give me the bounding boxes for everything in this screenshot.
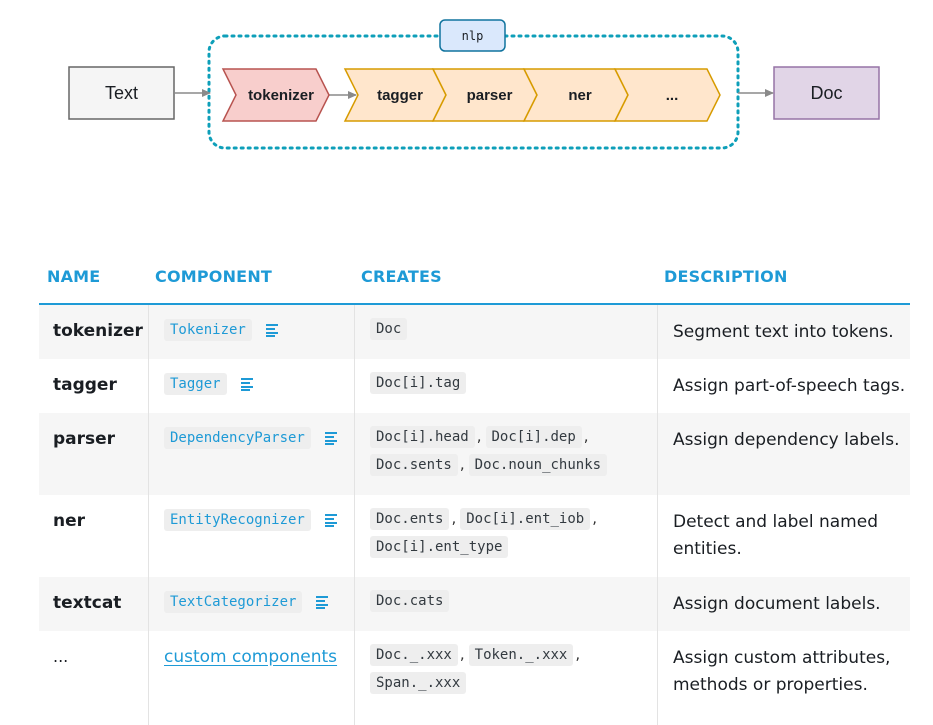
creates-attr: Doc.noun_chunks: [468, 454, 608, 476]
docs-list-icon[interactable]: [316, 595, 329, 609]
pipeline-diagram: nlp Text Doc tokenizer tagger parser ner…: [0, 0, 933, 175]
creates-attr: Doc[i].dep: [485, 426, 582, 448]
row-description: Segment text into tokens.: [673, 322, 894, 342]
custom-components-link[interactable]: custom components: [164, 647, 337, 667]
row-name: ...: [53, 647, 69, 666]
row-description: Assign document labels.: [673, 594, 881, 614]
docs-list-icon[interactable]: [240, 377, 254, 391]
header-description: DESCRIPTION: [664, 267, 788, 286]
row-name: tokenizer: [53, 321, 143, 341]
docs-list-icon[interactable]: [324, 431, 338, 445]
docs-list-icon[interactable]: [265, 323, 279, 337]
creates-attr: Doc[i].ent_iob: [460, 508, 591, 530]
creates-attr: Doc.sents: [370, 454, 458, 476]
pipe-label-tagger: tagger: [377, 86, 423, 104]
table-header: NAME COMPONENT CREATES DESCRIPTION: [39, 255, 910, 305]
table-row: ... custom components Doc._.xxx, Token._.…: [39, 631, 910, 725]
header-creates: CREATES: [361, 267, 442, 286]
header-name: NAME: [47, 267, 101, 286]
creates-attr: Doc[i].tag: [370, 372, 467, 394]
row-description: Assign custom attributes, methods or pro…: [673, 648, 891, 695]
input-text-label: Text: [104, 82, 138, 103]
creates-attr: Token._.xxx: [468, 644, 574, 666]
component-link[interactable]: DependencyParser: [164, 427, 311, 449]
table-row: parser DependencyParser Doc[i].head, Doc[…: [39, 413, 910, 495]
row-description: Assign part-of-speech tags.: [673, 376, 906, 396]
tokenizer-label: tokenizer: [248, 86, 314, 104]
component-link[interactable]: Tagger: [164, 373, 227, 395]
nlp-label: nlp: [461, 28, 484, 43]
row-description: Detect and label named entities.: [673, 512, 878, 559]
creates-attr: Doc: [370, 318, 408, 340]
row-description: Assign dependency labels.: [673, 430, 900, 450]
pipe-label-more: ...: [665, 86, 679, 104]
table-row: tokenizer Tokenizer Doc Segment text int…: [39, 305, 910, 359]
creates-attr: Doc._.xxx: [370, 644, 458, 666]
creates-attr: Span._.xxx: [370, 672, 467, 694]
table-row: textcat TextCategorizer Doc.cats Assign …: [39, 577, 910, 631]
creates-attr: Doc[i].head: [370, 426, 475, 448]
creates-attr: Doc.ents: [370, 508, 450, 530]
pipe-label-parser: parser: [466, 86, 513, 104]
docs-list-icon[interactable]: [324, 513, 338, 527]
table-row: ner EntityRecognizer Doc.ents, Doc[i].ent…: [39, 495, 910, 577]
component-link[interactable]: TextCategorizer: [164, 591, 303, 613]
row-name: tagger: [53, 375, 117, 395]
table-row: tagger Tagger Doc[i].tag Assign part-of-…: [39, 359, 910, 413]
pipe-label-ner: ner: [568, 86, 592, 104]
header-component: COMPONENT: [155, 267, 273, 286]
component-link[interactable]: EntityRecognizer: [164, 509, 311, 531]
creates-attr: Doc[i].ent_type: [370, 536, 509, 558]
row-name: textcat: [53, 593, 122, 613]
creates-attr: Doc.cats: [370, 590, 450, 612]
output-doc-label: Doc: [810, 82, 843, 103]
row-name: ner: [53, 511, 86, 531]
component-link[interactable]: Tokenizer: [164, 319, 252, 341]
row-name: parser: [53, 429, 116, 449]
